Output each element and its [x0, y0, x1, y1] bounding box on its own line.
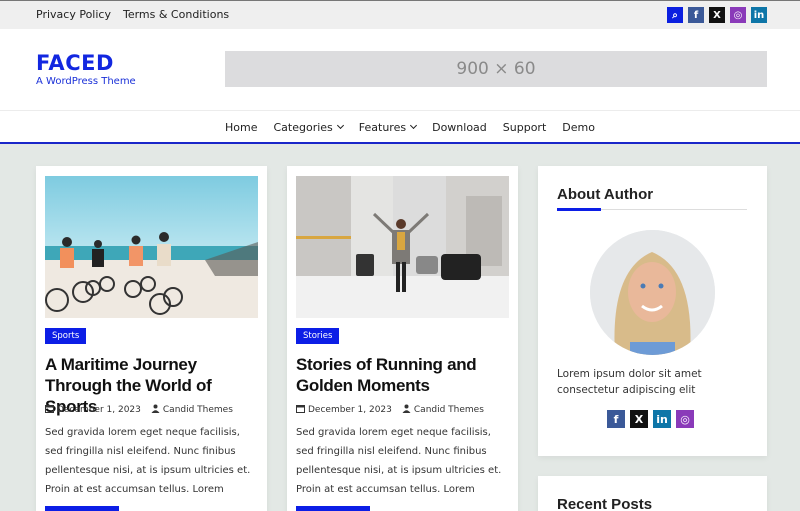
nav-label: Support: [502, 121, 547, 134]
post-excerpt: Sed gravida lorem eget neque facilisis, …: [45, 427, 251, 495]
instagram-icon[interactable]: ◎: [730, 7, 746, 23]
nav-label: Categories: [273, 121, 333, 134]
post-meta: December 1, 2023 Candid Themes: [45, 404, 233, 416]
about-author-widget: About Author Lorem ipsum dolor sit amet …: [538, 166, 767, 456]
site-header: FACED A WordPress Theme 900 × 60: [0, 29, 800, 110]
nav-item-home[interactable]: Home: [225, 121, 257, 134]
read-more-button[interactable]: [45, 506, 119, 511]
main-navigation: Home Categories Features Download Suppor…: [0, 110, 800, 144]
nav-label: Demo: [562, 121, 595, 134]
nav-item-download[interactable]: Download: [432, 121, 487, 134]
widget-title: Recent Posts: [557, 496, 653, 511]
x-twitter-icon[interactable]: X: [630, 410, 648, 428]
post-author[interactable]: Candid Themes: [414, 405, 484, 415]
post-date[interactable]: December 1, 2023: [57, 405, 141, 415]
search-icon[interactable]: ⌕: [667, 7, 683, 23]
user-icon: [151, 404, 160, 416]
facebook-icon[interactable]: f: [607, 410, 625, 428]
post-title[interactable]: Stories of Running and Golden Moments: [296, 354, 512, 396]
post-card: Sports A Maritime Journey Through the Wo…: [36, 166, 267, 511]
calendar-icon: [45, 404, 54, 416]
post-author[interactable]: Candid Themes: [163, 405, 233, 415]
nav-item-demo[interactable]: Demo: [562, 121, 595, 134]
category-badge[interactable]: Sports: [45, 328, 87, 344]
author-bio: Lorem ipsum dolor sit amet consectetur a…: [557, 368, 702, 396]
widget-title-underline: [557, 208, 747, 211]
linkedin-icon[interactable]: in: [653, 410, 671, 428]
post-meta: December 1, 2023 Candid Themes: [296, 404, 484, 416]
instagram-icon[interactable]: ◎: [676, 410, 694, 428]
post-date[interactable]: December 1, 2023: [308, 405, 392, 415]
chevron-down-icon: [336, 121, 344, 130]
nav-item-support[interactable]: Support: [503, 121, 546, 134]
author-avatar: [590, 230, 715, 355]
nav-label: Home: [225, 121, 258, 134]
nav-item-categories[interactable]: Categories: [273, 121, 344, 134]
site-tagline: A WordPress Theme: [36, 76, 136, 87]
post-thumbnail-snow[interactable]: [296, 176, 509, 318]
terms-conditions-link[interactable]: Terms & Conditions: [123, 8, 229, 21]
x-twitter-icon[interactable]: X: [709, 7, 725, 23]
site-title[interactable]: FACED: [36, 51, 114, 75]
nav-label: Download: [432, 121, 487, 134]
post-thumbnail-cyclists[interactable]: [45, 176, 258, 318]
post-card: Stories Stories of Running and Golden Mo…: [287, 166, 518, 511]
author-social-icons: f X in ◎: [607, 410, 694, 428]
category-badge[interactable]: Stories: [296, 328, 340, 344]
chevron-down-icon: [410, 121, 418, 130]
ad-banner-placeholder[interactable]: 900 × 60: [225, 51, 767, 87]
post-excerpt: Sed gravida lorem eget neque facilisis, …: [296, 427, 502, 495]
nav-label: Features: [358, 121, 407, 134]
user-icon: [402, 404, 411, 416]
nav-item-features[interactable]: Features: [358, 121, 418, 134]
top-social-icons: ⌕ f X ◎ in: [667, 7, 767, 23]
recent-posts-widget: Recent Posts: [538, 476, 767, 511]
top-bar: Privacy Policy Terms & Conditions ⌕ f X …: [0, 0, 800, 29]
linkedin-icon[interactable]: in: [751, 7, 767, 23]
privacy-policy-link[interactable]: Privacy Policy: [36, 8, 111, 21]
facebook-icon[interactable]: f: [688, 7, 704, 23]
read-more-button[interactable]: [296, 506, 370, 511]
top-links: Privacy Policy Terms & Conditions: [36, 8, 229, 21]
widget-title: About Author: [557, 186, 654, 203]
calendar-icon: [296, 404, 305, 416]
